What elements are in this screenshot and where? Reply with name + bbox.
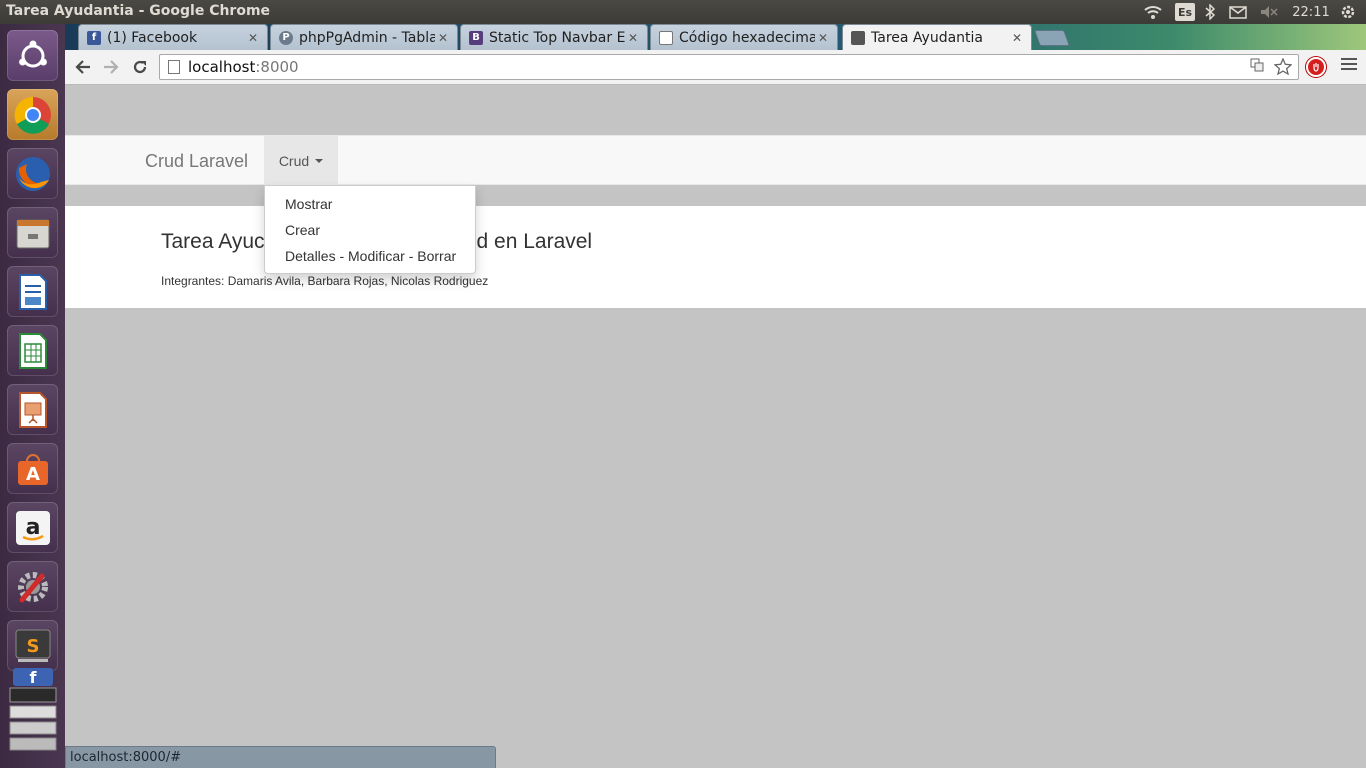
workspace-stack-icon[interactable]: f	[7, 664, 58, 764]
files-icon[interactable]	[7, 207, 58, 258]
tab-bootstrap-navbar[interactable]: B Static Top Navbar Exa ✕	[460, 24, 648, 50]
adblock-extension-icon[interactable]	[1306, 57, 1326, 77]
address-bar[interactable]: localhost:8000	[159, 54, 1299, 80]
close-tab-icon[interactable]: ✕	[815, 31, 831, 45]
volume-muted-icon[interactable]	[1259, 3, 1279, 21]
new-tab-button[interactable]	[1034, 30, 1070, 46]
ubuntu-dash-icon[interactable]	[7, 30, 58, 81]
reload-icon[interactable]	[128, 56, 152, 78]
jumbotron: Tarea Ayuc d en Laravel Integrantes: Dama…	[65, 206, 1366, 308]
menu-item-crear[interactable]: Crear	[265, 217, 475, 243]
tab-label: Código hexadecimal c	[679, 29, 815, 46]
tab-label: (1) Facebook	[107, 29, 198, 46]
close-tab-icon[interactable]: ✕	[435, 31, 451, 45]
url-port: :8000	[255, 58, 299, 76]
firefox-icon[interactable]	[7, 148, 58, 199]
menu-item-mostrar[interactable]: Mostrar	[265, 191, 475, 217]
mail-icon[interactable]	[1228, 3, 1248, 21]
clock[interactable]: 22:11	[1291, 3, 1331, 21]
crud-dropdown-menu: Mostrar Crear Detalles - Modificar - Bor…	[264, 185, 476, 274]
tab-codigo-hexadecimal[interactable]: Código hexadecimal c ✕	[650, 24, 838, 50]
svg-text:S: S	[26, 636, 39, 657]
amazon-icon[interactable]: a	[7, 502, 58, 553]
impress-icon[interactable]	[7, 384, 58, 435]
chrome-menu-icon[interactable]	[1341, 58, 1357, 70]
page-heading-right: d en Laravel	[476, 230, 593, 253]
facebook-favicon-icon: f	[87, 30, 101, 45]
close-tab-icon[interactable]: ✕	[1009, 31, 1025, 45]
caret-down-icon	[315, 159, 324, 163]
tab-phppgadmin[interactable]: P phpPgAdmin - Tablas ✕	[270, 24, 458, 50]
crud-dropdown-label: Crud	[278, 153, 310, 169]
status-bubble: localhost:8000/#	[65, 746, 496, 768]
close-tab-icon[interactable]: ✕	[245, 31, 261, 45]
page-icon	[168, 60, 180, 74]
system-settings-icon[interactable]	[7, 561, 58, 612]
wifi-icon[interactable]	[1143, 3, 1163, 21]
software-center-icon[interactable]: A	[7, 443, 58, 494]
ubuntu-top-panel: Tarea Ayudantia - Google Chrome Es 22:11	[0, 0, 1366, 24]
team-members: Integrantes: Damaris Avila, Barbara Roja…	[161, 274, 489, 288]
close-tab-icon[interactable]: ✕	[625, 31, 641, 45]
box-favicon-icon	[851, 30, 865, 45]
bluetooth-icon[interactable]	[1203, 3, 1217, 21]
navbar: Crud Laravel Crud	[65, 135, 1366, 186]
tab-label: Static Top Navbar Exa	[489, 29, 625, 46]
tab-facebook[interactable]: f (1) Facebook ✕	[78, 24, 268, 50]
tab-label: Tarea Ayudantia	[871, 29, 983, 46]
tab-label: phpPgAdmin - Tablas	[299, 29, 435, 46]
elephant-favicon-icon: P	[279, 30, 293, 45]
translate-icon[interactable]	[1250, 58, 1264, 79]
page-heading-left: Tarea Ayuc	[161, 230, 265, 253]
svg-text:A: A	[26, 464, 40, 485]
navbar-brand[interactable]: Crud Laravel	[145, 151, 248, 172]
ubuntu-launcher: A a S f	[0, 24, 65, 768]
bootstrap-favicon-icon: B	[469, 30, 483, 45]
browser-toolbar: localhost:8000	[65, 50, 1366, 85]
page-viewport: Crud Laravel Crud Tarea Ayuc d en Laravel…	[65, 85, 1366, 768]
url-host: localhost	[188, 58, 256, 76]
svg-text:f: f	[30, 668, 38, 687]
writer-icon[interactable]	[7, 266, 58, 317]
power-gear-icon[interactable]	[1338, 3, 1358, 21]
bookmark-star-icon[interactable]	[1273, 57, 1293, 79]
back-icon[interactable]	[71, 56, 95, 78]
tab-strip: f (1) Facebook ✕ P phpPgAdmin - Tablas ✕…	[65, 24, 1366, 50]
keyboard-layout-indicator[interactable]: Es	[1175, 3, 1195, 21]
chrome-icon[interactable]	[7, 89, 58, 140]
calc-icon[interactable]	[7, 325, 58, 376]
crud-dropdown-toggle[interactable]: Crud	[264, 136, 338, 186]
svg-text:a: a	[25, 515, 40, 540]
window-title: Tarea Ayudantia - Google Chrome	[6, 3, 271, 19]
forward-icon[interactable]	[99, 56, 123, 78]
page-favicon-icon	[659, 30, 673, 45]
tab-tarea-ayudantia[interactable]: Tarea Ayudantia ✕	[842, 24, 1032, 50]
menu-item-detalles[interactable]: Detalles - Modificar - Borrar	[265, 243, 475, 269]
